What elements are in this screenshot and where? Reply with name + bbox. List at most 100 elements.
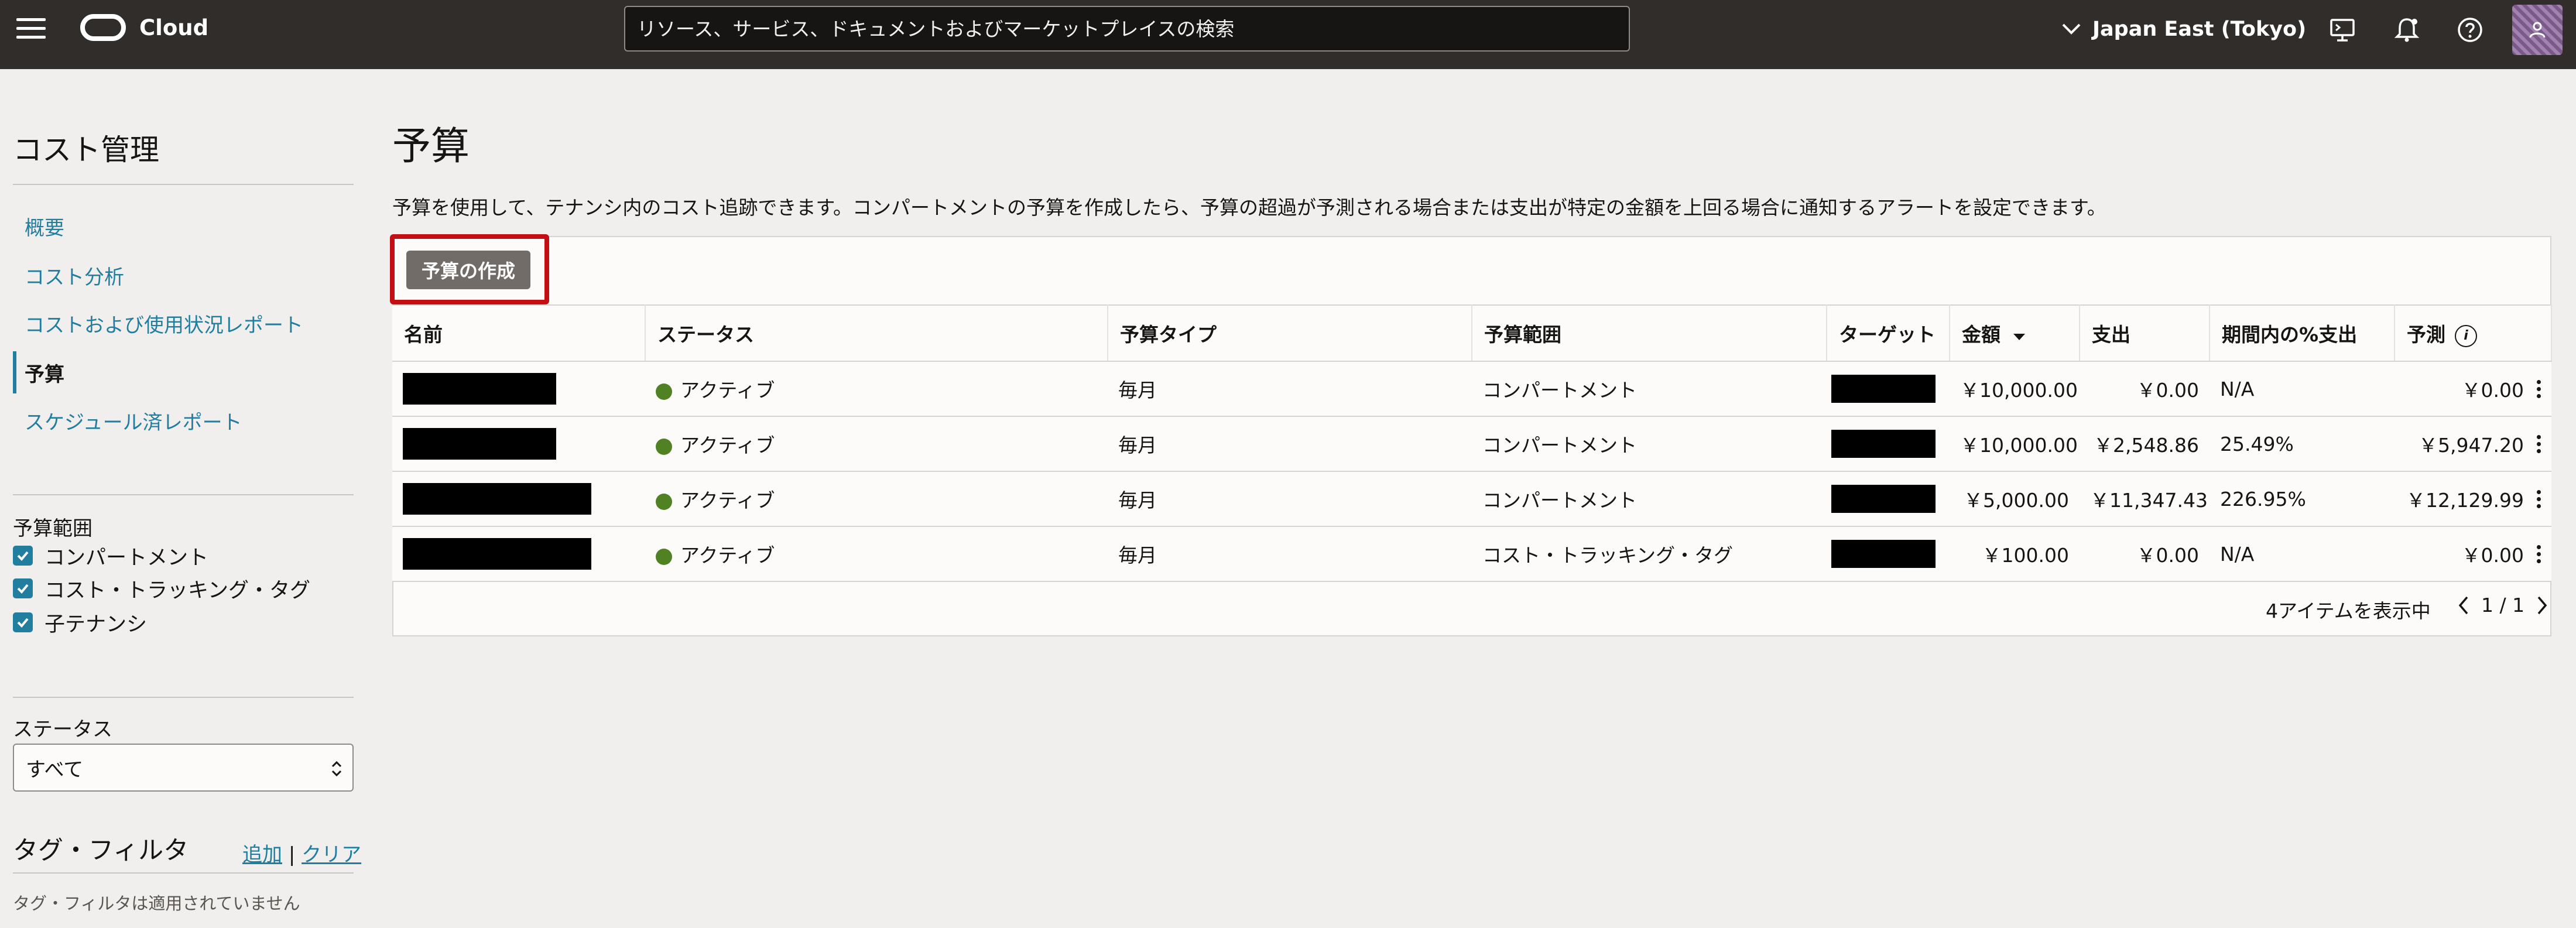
checkbox-checked-icon[interactable]: [13, 578, 33, 598]
menu-icon[interactable]: [16, 18, 46, 42]
cell-name[interactable]: [392, 416, 645, 472]
clear-tag-filter-link[interactable]: クリア: [302, 843, 361, 867]
cell-forecast: ￥5,947.20: [2395, 416, 2551, 472]
redacted-name: [403, 428, 556, 460]
top-bar: Cloud Japan East (Tokyo): [0, 0, 2576, 69]
redacted-name: [403, 483, 591, 515]
cell-status: アクティブ: [645, 471, 1108, 527]
status-filter-heading: ステータス: [13, 718, 112, 741]
column-header-forecast[interactable]: 予測 i: [2395, 304, 2552, 362]
cell-percent-spent: N/A: [2210, 526, 2395, 582]
redacted-target: [1831, 540, 1936, 568]
scope-option-cost-tracking-tag[interactable]: コスト・トラッキング・タグ: [13, 573, 310, 604]
row-actions-kebab-icon[interactable]: [2537, 489, 2541, 508]
add-tag-filter-link[interactable]: 追加: [242, 843, 282, 867]
status-active-icon: [656, 493, 672, 510]
status-select[interactable]: すべて: [13, 744, 354, 792]
cell-scope: コンパートメント: [1472, 471, 1827, 527]
region-selector[interactable]: Japan East (Tokyo): [2061, 14, 2306, 44]
sidebar-title: コスト管理: [13, 133, 159, 167]
chevron-right-icon[interactable]: [2535, 595, 2549, 616]
select-chevrons-icon: [331, 761, 342, 777]
create-budget-button[interactable]: 予算の作成: [406, 251, 530, 289]
cell-amount: ￥10,000.00: [1950, 416, 2080, 472]
cell-forecast: ￥0.00: [2395, 361, 2551, 417]
sidebar-item-scheduled-reports[interactable]: スケジュール済レポート: [13, 399, 354, 441]
tag-filter-actions: 追加 | クリア: [242, 838, 361, 867]
row-actions-kebab-icon[interactable]: [2537, 434, 2541, 453]
bell-icon[interactable]: [2393, 16, 2420, 43]
user-avatar[interactable]: [2512, 5, 2563, 55]
cell-amount: ￥10,000.00: [1950, 361, 2080, 417]
sidebar-item-overview[interactable]: 概要: [13, 205, 354, 247]
table-row[interactable]: アクティブ 毎月 コスト・トラッキング・タグ ￥100.00 ￥0.00 N/A…: [392, 526, 2551, 582]
cell-forecast: ￥12,129.99: [2395, 471, 2551, 527]
redacted-name: [403, 538, 591, 570]
chevron-left-icon[interactable]: [2457, 595, 2471, 616]
brand-label: Cloud: [139, 15, 209, 40]
table-header-row: 名前 ステータス 予算タイプ 予算範囲 ターゲット 金額 支出 期間内の%支出 …: [392, 304, 2552, 362]
search-input[interactable]: [624, 6, 1630, 52]
column-header-name[interactable]: 名前: [392, 304, 646, 362]
sort-descending-icon[interactable]: [2012, 332, 2026, 341]
cell-target: [1827, 526, 1950, 582]
item-count: 4アイテムを表示中: [2266, 600, 2431, 622]
column-header-status[interactable]: ステータス: [645, 304, 1108, 362]
sidebar-item-cost-analysis[interactable]: コスト分析: [13, 254, 354, 296]
column-header-budget-type[interactable]: 予算タイプ: [1108, 304, 1472, 362]
row-actions-kebab-icon[interactable]: [2537, 379, 2541, 398]
cell-target: [1827, 361, 1950, 417]
scope-option-label: コンパートメント: [44, 546, 209, 570]
checkbox-checked-icon[interactable]: [13, 612, 33, 632]
sidebar-item-cost-usage-reports[interactable]: コストおよび使用状況レポート: [13, 302, 354, 344]
help-icon[interactable]: [2457, 16, 2483, 43]
table-row[interactable]: アクティブ 毎月 コンパートメント ￥10,000.00 ￥2,548.86 2…: [392, 416, 2551, 472]
tag-actions-separator: |: [288, 843, 296, 867]
row-actions-kebab-icon[interactable]: [2537, 545, 2541, 563]
column-header-target[interactable]: ターゲット: [1827, 304, 1950, 362]
sidebar-divider: [13, 697, 354, 698]
tag-filter-empty-note: タグ・フィルタは適用されていません: [13, 893, 300, 913]
cell-budget-type: 毎月: [1108, 471, 1472, 527]
cell-name[interactable]: [392, 361, 645, 417]
cell-budget-type: 毎月: [1108, 526, 1472, 582]
forecast-value: ￥5,947.20: [2419, 434, 2524, 457]
status-active-icon: [656, 438, 672, 455]
cell-spent: ￥0.00: [2080, 361, 2210, 417]
sidebar-item-budgets[interactable]: 予算: [13, 351, 354, 393]
column-header-scope[interactable]: 予算範囲: [1472, 304, 1827, 362]
page-description: 予算を使用して、テナンシ内のコスト追跡できます。コンパートメントの予算を作成した…: [392, 196, 2106, 219]
column-header-amount[interactable]: 金額: [1950, 304, 2080, 362]
cell-scope: コンパートメント: [1472, 361, 1827, 417]
info-icon[interactable]: i: [2455, 324, 2477, 347]
pagination: 1 / 1: [2457, 594, 2549, 617]
cell-amount: ￥100.00: [1950, 526, 2080, 582]
region-label: Japan East (Tokyo): [2092, 18, 2307, 41]
column-header-percent-spent[interactable]: 期間内の%支出: [2210, 304, 2395, 362]
scope-option-label: コスト・トラッキング・タグ: [44, 578, 310, 602]
page-indicator: 1 / 1: [2481, 594, 2525, 617]
redacted-name: [403, 373, 556, 405]
checkbox-checked-icon[interactable]: [13, 546, 33, 566]
cell-status: アクティブ: [645, 416, 1108, 472]
cell-name[interactable]: [392, 526, 645, 582]
table-row[interactable]: アクティブ 毎月 コンパートメント ￥10,000.00 ￥0.00 N/A ￥…: [392, 361, 2551, 417]
table-row[interactable]: アクティブ 毎月 コンパートメント ￥5,000.00 ￥11,347.43 2…: [392, 471, 2551, 527]
budgets-table: 名前 ステータス 予算タイプ 予算範囲 ターゲット 金額 支出 期間内の%支出 …: [392, 304, 2552, 582]
cell-target: [1827, 471, 1950, 527]
cell-name[interactable]: [392, 471, 645, 527]
column-header-spent[interactable]: 支出: [2080, 304, 2210, 362]
redacted-target: [1831, 375, 1936, 403]
oracle-logo[interactable]: [80, 13, 126, 42]
status-label: アクティブ: [680, 379, 775, 402]
redacted-target: [1831, 485, 1936, 513]
sidebar-divider: [13, 872, 354, 874]
scope-option-child-tenancy[interactable]: 子テナンシ: [13, 607, 147, 638]
cell-budget-type: 毎月: [1108, 416, 1472, 472]
cell-percent-spent: 25.49%: [2210, 416, 2395, 472]
cell-budget-type: 毎月: [1108, 361, 1472, 417]
cloud-shell-icon[interactable]: [2329, 16, 2356, 43]
scope-option-compartment[interactable]: コンパートメント: [13, 540, 208, 571]
forecast-value: ￥0.00: [2461, 544, 2524, 567]
scope-option-label: 子テナンシ: [44, 612, 148, 636]
